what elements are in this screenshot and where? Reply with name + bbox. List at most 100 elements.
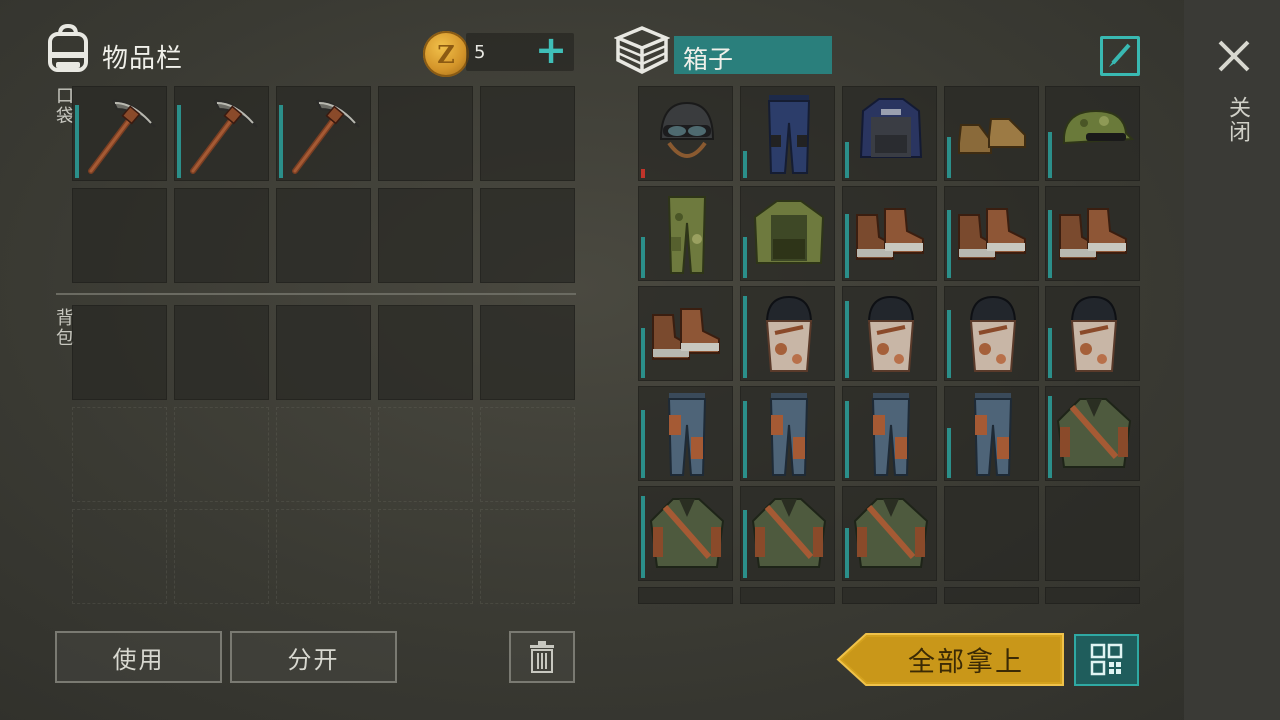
pocket-slot[interactable]	[72, 188, 167, 283]
locked-slot[interactable]	[276, 509, 371, 604]
container-slot[interactable]	[944, 286, 1039, 381]
rusty-helmet-icon	[741, 287, 834, 380]
rusty-helmet-icon	[1046, 287, 1139, 380]
container-slot[interactable]	[1045, 286, 1140, 381]
pocket-slot[interactable]	[174, 86, 269, 181]
take-all-label: 全部拿上	[908, 647, 1024, 678]
backpack-slot[interactable]	[72, 305, 167, 400]
durability-bar	[641, 169, 645, 178]
locked-slot[interactable]	[480, 509, 575, 604]
close-icon	[1218, 40, 1250, 72]
pocket-slot[interactable]	[276, 86, 371, 181]
locked-slot[interactable]	[480, 407, 575, 502]
close-button[interactable]	[1212, 34, 1256, 78]
sort-button[interactable]	[1074, 634, 1139, 686]
container-slot[interactable]	[740, 587, 835, 604]
use-button[interactable]: 使用	[55, 631, 222, 683]
pocket-slot[interactable]	[72, 86, 167, 181]
container-slot[interactable]	[638, 286, 733, 381]
container-slot[interactable]	[842, 86, 937, 181]
container-slot[interactable]	[1045, 386, 1140, 481]
container-slot[interactable]	[638, 386, 733, 481]
container-slot[interactable]	[740, 86, 835, 181]
take-all-button[interactable]: 全部拿上	[836, 633, 1065, 686]
rename-button[interactable]	[1100, 36, 1140, 76]
add-coins-button[interactable]: +	[534, 31, 568, 69]
backpack-slot[interactable]	[480, 305, 575, 400]
container-slot[interactable]	[1045, 86, 1140, 181]
durability-bar	[279, 105, 283, 178]
helmet-goggles-icon	[639, 87, 732, 180]
container-slot[interactable]	[740, 186, 835, 281]
locked-slot[interactable]	[174, 509, 269, 604]
backpack-slot[interactable]	[276, 305, 371, 400]
trash-button[interactable]	[509, 631, 575, 683]
container-slot[interactable]	[842, 587, 937, 604]
durability-bar	[641, 237, 645, 278]
container-slot[interactable]	[1045, 486, 1140, 581]
container-slot[interactable]	[1045, 587, 1140, 604]
container-slot[interactable]	[638, 486, 733, 581]
edit-icon	[1109, 43, 1131, 67]
close-label: 关闭	[1225, 96, 1250, 144]
coin-count: 5	[474, 42, 486, 63]
locked-slot[interactable]	[72, 407, 167, 502]
pocket-slot[interactable]	[276, 188, 371, 283]
rusty-jacket-icon	[1046, 387, 1139, 480]
pickaxe-icon	[73, 87, 166, 180]
container-slot[interactable]	[842, 386, 937, 481]
pocket-slot[interactable]	[480, 86, 575, 181]
pocket-slot[interactable]	[378, 188, 473, 283]
split-button[interactable]: 分开	[230, 631, 397, 683]
rusty-pants-icon	[639, 387, 732, 480]
container-slot[interactable]	[842, 286, 937, 381]
durability-bar	[743, 151, 747, 178]
camo-cap-icon	[1046, 87, 1139, 180]
container-slot[interactable]	[842, 186, 937, 281]
locked-slot[interactable]	[72, 509, 167, 604]
locked-slot[interactable]	[378, 509, 473, 604]
container-slot[interactable]	[944, 386, 1039, 481]
container-slot[interactable]	[638, 186, 733, 281]
container-slot[interactable]	[842, 486, 937, 581]
rusty-helmet-icon	[843, 287, 936, 380]
container-title: 箱子	[683, 45, 734, 74]
locked-slot[interactable]	[276, 407, 371, 502]
pickaxe-icon	[175, 87, 268, 180]
durability-bar	[947, 428, 951, 478]
durability-bar	[1048, 396, 1052, 478]
durability-bar	[1048, 132, 1052, 178]
durability-bar	[641, 328, 645, 378]
container-slot[interactable]	[944, 186, 1039, 281]
trash-icon	[530, 641, 554, 673]
rusty-jacket-icon	[843, 487, 936, 580]
durability-bar	[845, 301, 849, 378]
container-slot[interactable]	[638, 587, 733, 604]
pocket-slot[interactable]	[174, 188, 269, 283]
inventory-title: 物品栏	[102, 44, 184, 74]
container-slot[interactable]	[944, 486, 1039, 581]
container-slot[interactable]	[740, 386, 835, 481]
pocket-slot[interactable]	[378, 86, 473, 181]
rusty-boots-icon	[1046, 187, 1139, 280]
durability-bar	[743, 510, 747, 578]
backpack-slot[interactable]	[378, 305, 473, 400]
durability-bar	[845, 528, 849, 578]
locked-slot[interactable]	[378, 407, 473, 502]
container-slot[interactable]	[1045, 186, 1140, 281]
container-slot[interactable]	[638, 86, 733, 181]
container-slot[interactable]	[740, 286, 835, 381]
durability-bar	[947, 137, 951, 178]
durability-bar	[641, 496, 645, 578]
police-pants-icon	[741, 87, 834, 180]
box-icon	[613, 24, 671, 76]
container-slot[interactable]	[944, 587, 1039, 604]
backpack-icon	[44, 23, 92, 74]
durability-bar	[743, 237, 747, 278]
locked-slot[interactable]	[174, 407, 269, 502]
container-slot[interactable]	[944, 86, 1039, 181]
durability-bar	[845, 214, 849, 278]
backpack-slot[interactable]	[174, 305, 269, 400]
container-slot[interactable]	[740, 486, 835, 581]
pocket-slot[interactable]	[480, 188, 575, 283]
